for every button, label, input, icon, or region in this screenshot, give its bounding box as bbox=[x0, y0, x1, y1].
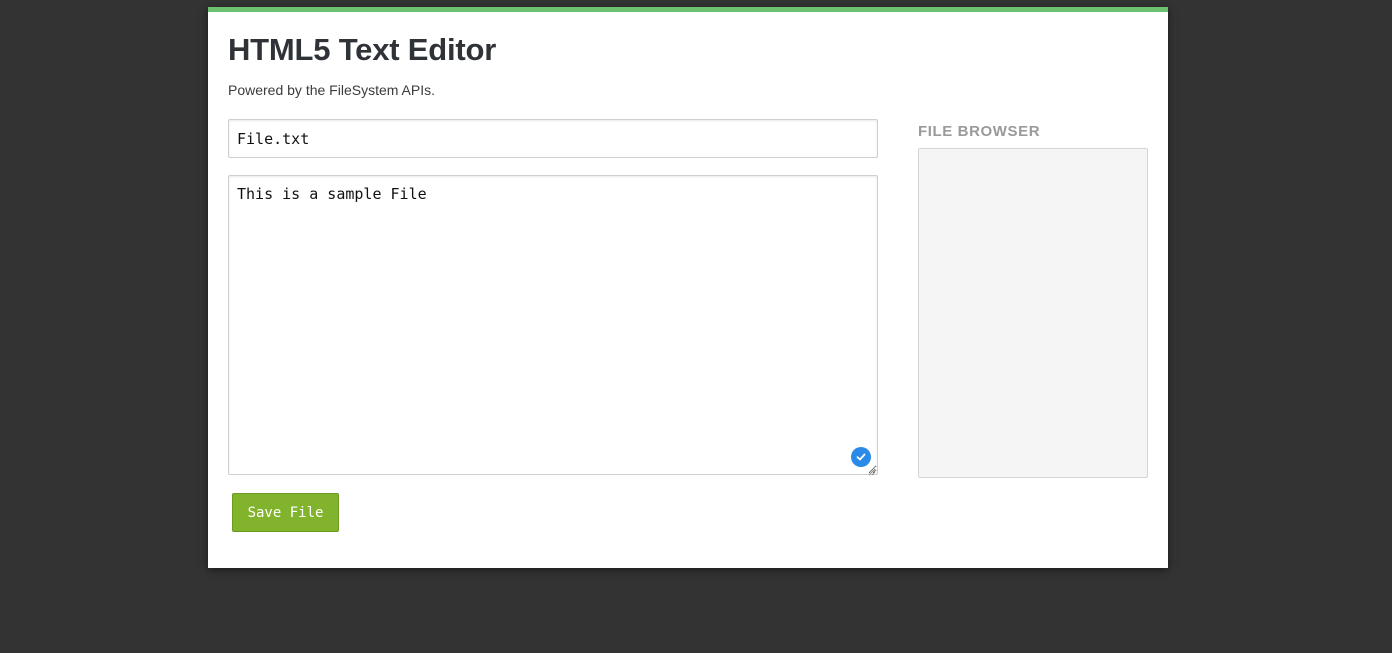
file-browser-panel[interactable] bbox=[918, 148, 1148, 478]
editor-page: HTML5 Text Editor Powered by the FileSys… bbox=[208, 7, 1168, 568]
page-subtitle: Powered by the FileSystem APIs. bbox=[228, 82, 435, 98]
file-browser-heading: FILE BROWSER bbox=[918, 123, 1041, 140]
filename-input[interactable] bbox=[228, 119, 878, 158]
file-content-textarea[interactable]: This is a sample File bbox=[228, 175, 878, 475]
page-title: HTML5 Text Editor bbox=[228, 32, 497, 67]
resize-grip-icon[interactable] bbox=[866, 463, 876, 476]
save-file-button[interactable]: Save File bbox=[232, 493, 339, 532]
